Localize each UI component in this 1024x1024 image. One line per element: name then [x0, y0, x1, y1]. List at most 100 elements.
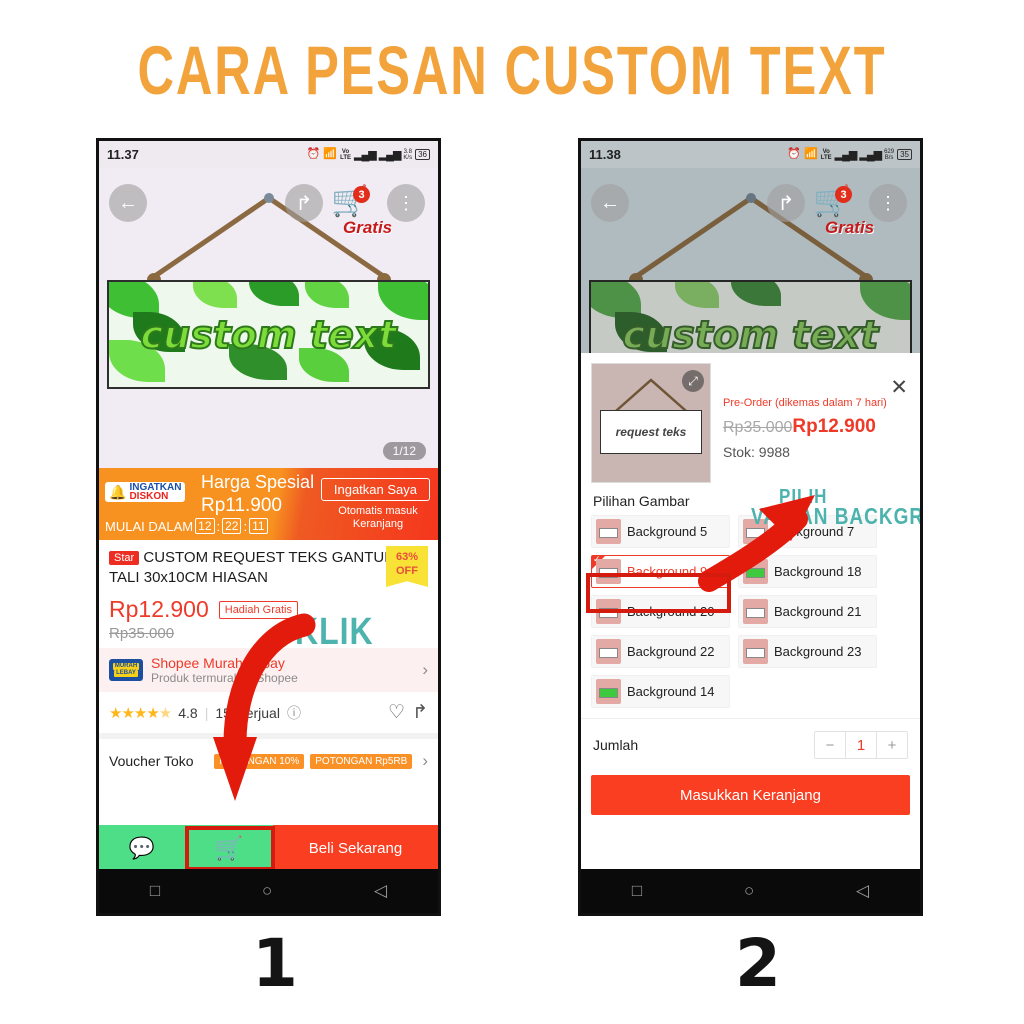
share-icon[interactable]: ↱ — [285, 184, 323, 222]
stock-label: Stok: 9988 — [723, 444, 790, 460]
page-indicator: 1/12 — [382, 442, 426, 460]
circle-home-icon[interactable]: ○ — [262, 881, 272, 901]
voucher-tag-2: POTONGAN Rp5RB — [310, 753, 413, 769]
square-recents-icon[interactable]: □ — [150, 881, 160, 901]
discount-badge: 63% OFF — [386, 546, 428, 587]
variant-label: Background 23 — [774, 644, 862, 659]
circle-home-icon[interactable]: ○ — [744, 881, 754, 901]
countdown-minutes: 22 — [222, 518, 242, 534]
variant-thumbnail — [596, 679, 621, 704]
variant-option[interactable]: Background 22 — [591, 635, 730, 668]
chevron-right-icon[interactable]: › — [422, 660, 428, 680]
wifi-icon: 📶 — [804, 148, 818, 160]
phone2-screen: 11.38 ⏰ 📶 Vo LTE ▂▄▆ ▂▄▆ 629 B/s 35 cust… — [581, 141, 920, 872]
shop-logo: MURAH LEBAY — [109, 659, 143, 682]
variant-label: Background 21 — [774, 604, 862, 619]
sign-board: custom text — [107, 280, 430, 389]
variant-label: Background 14 — [627, 684, 715, 699]
alarm-icon: ⏰ — [306, 148, 321, 160]
heart-icon[interactable]: ♡ — [388, 701, 405, 724]
variant-thumbnail — [743, 559, 768, 584]
shop-banner[interactable]: MURAH LEBAY Shopee Murah Lebay Produk te… — [99, 648, 438, 693]
variant-thumbnail — [743, 599, 768, 624]
phone2-android-nav-bar: □ ○ ◁ — [581, 869, 920, 913]
variant-option[interactable]: Background 18 — [738, 555, 877, 588]
gratis-label: Gratis — [825, 218, 875, 237]
network-label: Vo LTE — [340, 148, 351, 161]
more-vertical-icon[interactable]: ⋮ — [387, 184, 425, 222]
gift-badge: Hadiah Gratis — [218, 600, 299, 619]
variant-option[interactable]: Background 5 — [591, 515, 730, 548]
annotation-klik-text: KLIK — [295, 609, 374, 653]
wifi-icon: 📶 — [323, 148, 338, 160]
ingatkan-saya-subtext: Otomatis masuk Keranjang — [338, 505, 418, 530]
ingatkan-saya-button[interactable]: Ingatkan Saya — [320, 478, 430, 501]
product-price-old: Rp35.000 — [109, 625, 175, 643]
variant-thumbnail — [596, 639, 621, 664]
variant-thumbnail — [596, 519, 621, 544]
phone1-android-nav-bar: □ ○ ◁ — [99, 869, 438, 913]
cart-button[interactable]: 🛒 3 Gratis — [331, 184, 392, 237]
battery-indicator: 35 — [897, 149, 912, 160]
product-price-now: Rp12.900 — [109, 596, 209, 623]
promo-price: Rp11.900 — [201, 495, 282, 516]
masukkan-keranjang-button[interactable]: Masukkan Keranjang — [591, 775, 910, 815]
quantity-value: 1 — [845, 732, 877, 758]
variant-option[interactable]: Background 14 — [591, 675, 730, 708]
product-title-row: Star CUSTOM REQUEST TEKS GANTUNGAN TALI … — [109, 548, 428, 588]
stars-icon: ★★★★★ — [109, 704, 172, 722]
phone-screenshot-step-2: 11.38 ⏰ 📶 Vo LTE ▂▄▆ ▂▄▆ 629 B/s 35 cust… — [578, 138, 923, 916]
more-vertical-icon[interactable]: ⋮ — [869, 184, 907, 222]
step-number-2: 2 — [735, 925, 781, 1002]
alarm-icon: ⏰ — [787, 148, 802, 160]
variant-option[interactable]: Background 21 — [738, 595, 877, 628]
info-icon[interactable]: ⓘ — [287, 703, 301, 723]
step-number-1: 1 — [252, 925, 298, 1002]
chat-icon: 💬 — [128, 836, 156, 860]
preorder-label: Pre-Order (dikemas dalam 7 hari) — [723, 397, 887, 409]
product-info: Star CUSTOM REQUEST TEKS GANTUNGAN TALI … — [99, 540, 438, 643]
square-recents-icon[interactable]: □ — [632, 881, 642, 901]
countdown-hours: 12 — [195, 518, 215, 534]
promo-banner[interactable]: 🔔 INGATKAN DISKON Harga Spesial Rp11.900… — [99, 468, 438, 540]
promo-logo-line2: DISKON — [129, 491, 169, 502]
expand-icon[interactable]: ⤢ — [682, 370, 704, 392]
signal-bars-icon-1: ▂▄▆ — [353, 149, 377, 161]
variant-label: Background 18 — [774, 564, 862, 579]
countdown-label: MULAI DALAM — [105, 518, 194, 534]
quantity-increment-button[interactable]: + — [877, 732, 907, 758]
phone1-product-image[interactable]: custom text ← ↱ 🛒 3 Gratis ⋮ 1/12 — [99, 168, 438, 468]
phone1-status-bar: 11.37 ⏰ 📶 Vo LTE ▂▄▆ ▂▄▆ 3.8 K/s 36 — [99, 141, 438, 168]
triangle-back-icon[interactable]: ◁ — [856, 881, 869, 901]
selected-variant-highlight-box — [586, 573, 731, 613]
rating-value: 4.8 — [178, 704, 198, 721]
quantity-decrement-button[interactable]: − — [815, 732, 845, 758]
product-title: CUSTOM REQUEST TEKS GANTUNGAN TALI 30x10… — [109, 549, 428, 587]
share-icon[interactable]: ↱ — [412, 701, 428, 724]
shop-subtitle: Produk termurah di Shopee — [151, 671, 298, 686]
chat-button[interactable]: 💬 — [99, 825, 185, 872]
shop-logo-line2: LEBAY — [114, 670, 138, 678]
voucher-row[interactable]: Voucher Toko POTONGAN 10% POTONGAN Rp5RB… — [99, 733, 438, 784]
voucher-tag-1: POTONGAN 10% — [214, 753, 305, 769]
variant-option[interactable]: Background 23 — [738, 635, 877, 668]
phone-screenshot-step-1: 11.37 ⏰ 📶 Vo LTE ▂▄▆ ▂▄▆ 3.8 K/s 36 cust… — [96, 138, 441, 916]
cart-badge: 3 — [835, 186, 852, 203]
variant-label: Background 22 — [627, 644, 715, 659]
back-arrow-icon[interactable]: ← — [109, 184, 147, 222]
close-icon[interactable]: ✕ — [890, 375, 908, 400]
quantity-stepper[interactable]: − 1 + — [814, 731, 908, 759]
beli-sekarang-button[interactable]: Beli Sekarang — [273, 825, 438, 872]
network-label: Vo LTE — [820, 148, 832, 161]
modal-price-new: Rp12.900 — [792, 416, 876, 437]
triangle-back-icon[interactable]: ◁ — [374, 881, 387, 901]
thumb-sign-text: request teks — [600, 410, 702, 454]
back-arrow-icon[interactable]: ← — [591, 184, 629, 222]
battery-indicator: 36 — [415, 149, 430, 160]
share-icon[interactable]: ↱ — [767, 184, 805, 222]
cart-button[interactable]: 🛒 3 Gratis — [813, 184, 874, 237]
modal-thumbnail[interactable]: request teks ⤢ — [591, 363, 711, 483]
chevron-right-icon[interactable]: › — [422, 751, 428, 771]
annotation-pilih-line2: VARIAN BACKGROUND — [751, 505, 920, 531]
voucher-label: Voucher Toko — [109, 753, 194, 770]
